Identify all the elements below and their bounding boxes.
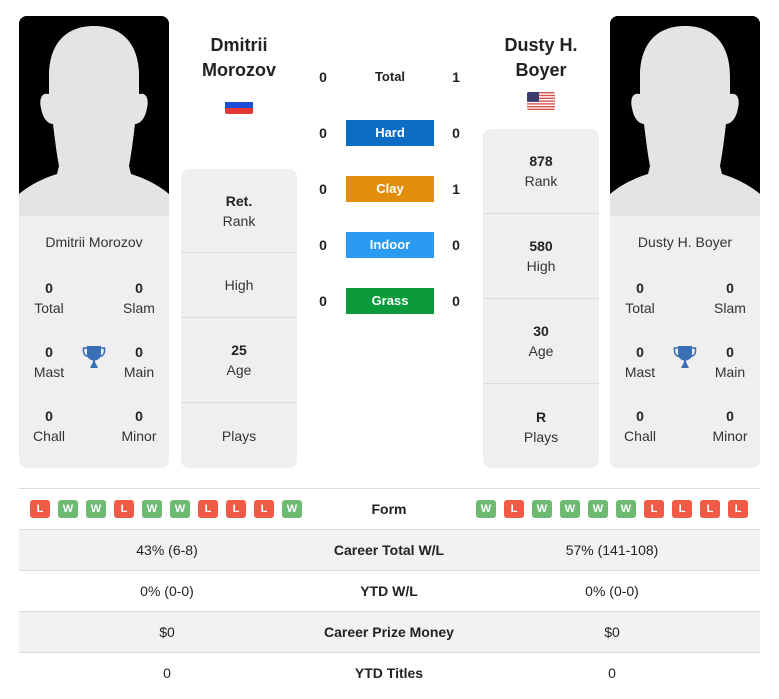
- trophy-icon: [82, 346, 106, 368]
- form-win-badge[interactable]: W: [58, 500, 78, 518]
- right-player-card-name: Dusty H. Boyer: [637, 234, 733, 250]
- russia-flag-icon: [225, 96, 253, 114]
- form-win-badge[interactable]: W: [616, 500, 636, 518]
- form-win-badge[interactable]: W: [588, 500, 608, 518]
- surface-clay-badge: Clay: [346, 176, 434, 202]
- left-player-photo: [19, 16, 169, 216]
- form-loss-badge[interactable]: L: [198, 500, 218, 518]
- left-titles-chall: 0 Chall: [33, 408, 65, 444]
- form-loss-badge[interactable]: L: [728, 500, 748, 518]
- left-player-card: Dmitrii Morozov 0 Total 0 Slam 0 Mast 0 …: [19, 16, 169, 468]
- h2h-hard-row: 0 Hard 0: [310, 120, 470, 146]
- usa-flag-icon: [527, 92, 555, 110]
- right-stat-rank: 878 Rank: [483, 129, 599, 214]
- right-player-photo: [610, 16, 760, 216]
- form-win-badge[interactable]: W: [86, 500, 106, 518]
- h2h-total-row: 0 Total 1: [310, 64, 470, 90]
- form-loss-badge[interactable]: L: [30, 500, 50, 518]
- h2h-indoor-row: 0 Indoor 0: [310, 232, 470, 258]
- form-loss-badge[interactable]: L: [700, 500, 720, 518]
- form-loss-badge[interactable]: L: [644, 500, 664, 518]
- surface-indoor-badge: Indoor: [346, 232, 434, 258]
- right-player-card: Dusty H. Boyer 0 Total 0 Slam 0 Mast 0 M…: [610, 16, 760, 468]
- comparison-row-prize-money: $0 Career Prize Money $0: [19, 611, 760, 652]
- left-stat-high: High: [181, 253, 297, 318]
- left-titles-slam: 0 Slam: [123, 280, 155, 316]
- h2h-grass-row: 0 Grass 0: [310, 288, 470, 314]
- right-stat-plays: R Plays: [523, 408, 559, 445]
- form-label: Form: [371, 501, 407, 517]
- left-stat-rank: Ret. Rank: [181, 169, 297, 253]
- surface-grass-badge: Grass: [346, 288, 434, 314]
- right-stat-high: 580 High: [483, 214, 599, 299]
- form-loss-badge[interactable]: L: [504, 500, 524, 518]
- form-loss-badge[interactable]: L: [226, 500, 246, 518]
- right-stat-age: 30 Age: [483, 299, 599, 384]
- left-stats-card: Ret. Rank High 25 Age Plays: [181, 169, 297, 468]
- right-titles-total: 0 Total: [625, 280, 655, 316]
- form-loss-badge[interactable]: L: [254, 500, 274, 518]
- left-player-card-name: Dmitrii Morozov: [45, 234, 143, 250]
- left-titles-minor: 0 Minor: [121, 408, 157, 444]
- player-silhouette-icon: [19, 16, 169, 216]
- surface-hard-badge: Hard: [346, 120, 434, 146]
- left-player-name[interactable]: Dmitrii Morozov: [179, 33, 299, 83]
- left-titles-mast: 0 Mast: [33, 344, 65, 380]
- right-titles-chall: 0 Chall: [624, 408, 656, 444]
- right-titles-minor: 0 Minor: [712, 408, 748, 444]
- right-titles-mast: 0 Mast: [624, 344, 656, 380]
- form-loss-badge[interactable]: L: [672, 500, 692, 518]
- form-win-badge[interactable]: W: [170, 500, 190, 518]
- comparison-row-ytd-titles: 0 YTD Titles 0: [19, 652, 760, 693]
- right-titles-main: 0 Main: [714, 344, 746, 380]
- right-stats-card: 878 Rank 580 High 30 Age R Plays: [483, 129, 599, 468]
- form-win-badge[interactable]: W: [532, 500, 552, 518]
- left-titles-main: 0 Main: [123, 344, 155, 380]
- left-form-badges: LWWLWWLLLW: [30, 500, 302, 518]
- right-form-badges: WLWWWWLLLL: [476, 500, 748, 518]
- right-player-name[interactable]: Dusty H. Boyer: [481, 33, 601, 83]
- left-stat-age: 25 Age: [181, 318, 297, 403]
- comparison-row-ytd-wl: 0% (0-0) YTD W/L 0% (0-0): [19, 570, 760, 611]
- form-row: LWWLWWLLLW Form WLWWWWLLLL: [19, 489, 760, 529]
- form-win-badge[interactable]: W: [560, 500, 580, 518]
- form-win-badge[interactable]: W: [142, 500, 162, 518]
- player-silhouette-icon: [610, 16, 760, 216]
- surface-total-label: Total: [374, 69, 406, 84]
- h2h-clay-row: 0 Clay 1: [310, 176, 470, 202]
- comparison-row-career-wl: 43% (6-8) Career Total W/L 57% (141-108): [19, 529, 760, 570]
- left-titles-total: 0 Total: [34, 280, 64, 316]
- right-titles-slam: 0 Slam: [714, 280, 746, 316]
- left-stat-plays: Plays: [221, 427, 257, 444]
- form-win-badge[interactable]: W: [476, 500, 496, 518]
- form-win-badge[interactable]: W: [282, 500, 302, 518]
- form-loss-badge[interactable]: L: [114, 500, 134, 518]
- trophy-icon: [673, 346, 697, 368]
